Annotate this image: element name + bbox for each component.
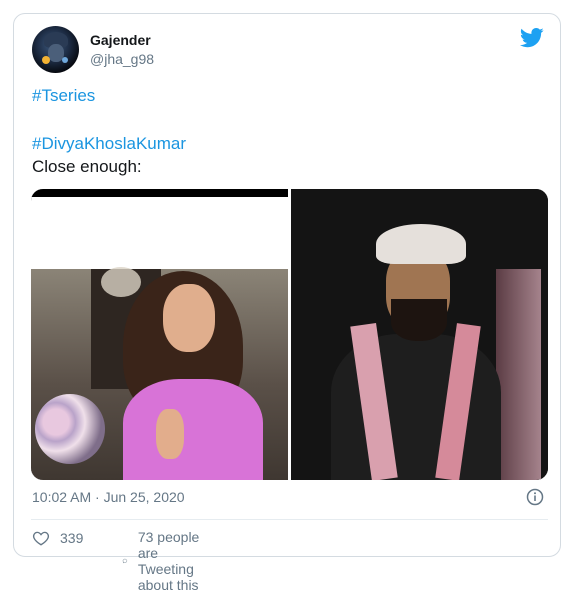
tweeting-about-text: 73 people are Tweeting about this <box>137 529 200 593</box>
tweet-text: Close enough: <box>32 157 142 176</box>
author-name[interactable]: Gajender <box>90 32 151 48</box>
media-image-right[interactable] <box>291 189 548 480</box>
divider <box>31 519 548 520</box>
tweet-timestamp[interactable]: 10:02 AM · Jun 25, 2020 <box>32 489 185 505</box>
twitter-bird-icon[interactable] <box>520 28 544 48</box>
tweet-media[interactable] <box>31 189 548 480</box>
avatar[interactable] <box>32 26 79 73</box>
media-image-left[interactable] <box>31 189 288 480</box>
tweeting-about-action[interactable]: 73 people are Tweeting about this <box>122 529 206 593</box>
tweet-card: Gajender @jha_g98 #Tseries #DivyaKhoslaK… <box>13 13 561 593</box>
heart-icon[interactable] <box>32 529 50 547</box>
like-count: 339 <box>60 530 84 546</box>
like-action[interactable]: 339 <box>32 529 83 547</box>
hashtag-tseries[interactable]: #Tseries <box>32 86 95 106</box>
author-handle[interactable]: @jha_g98 <box>90 51 154 67</box>
hashtag-divyakhoslakumar[interactable]: #DivyaKhoslaKumar <box>32 134 186 154</box>
info-icon[interactable] <box>526 488 544 506</box>
speech-bubble-icon[interactable] <box>122 552 128 570</box>
